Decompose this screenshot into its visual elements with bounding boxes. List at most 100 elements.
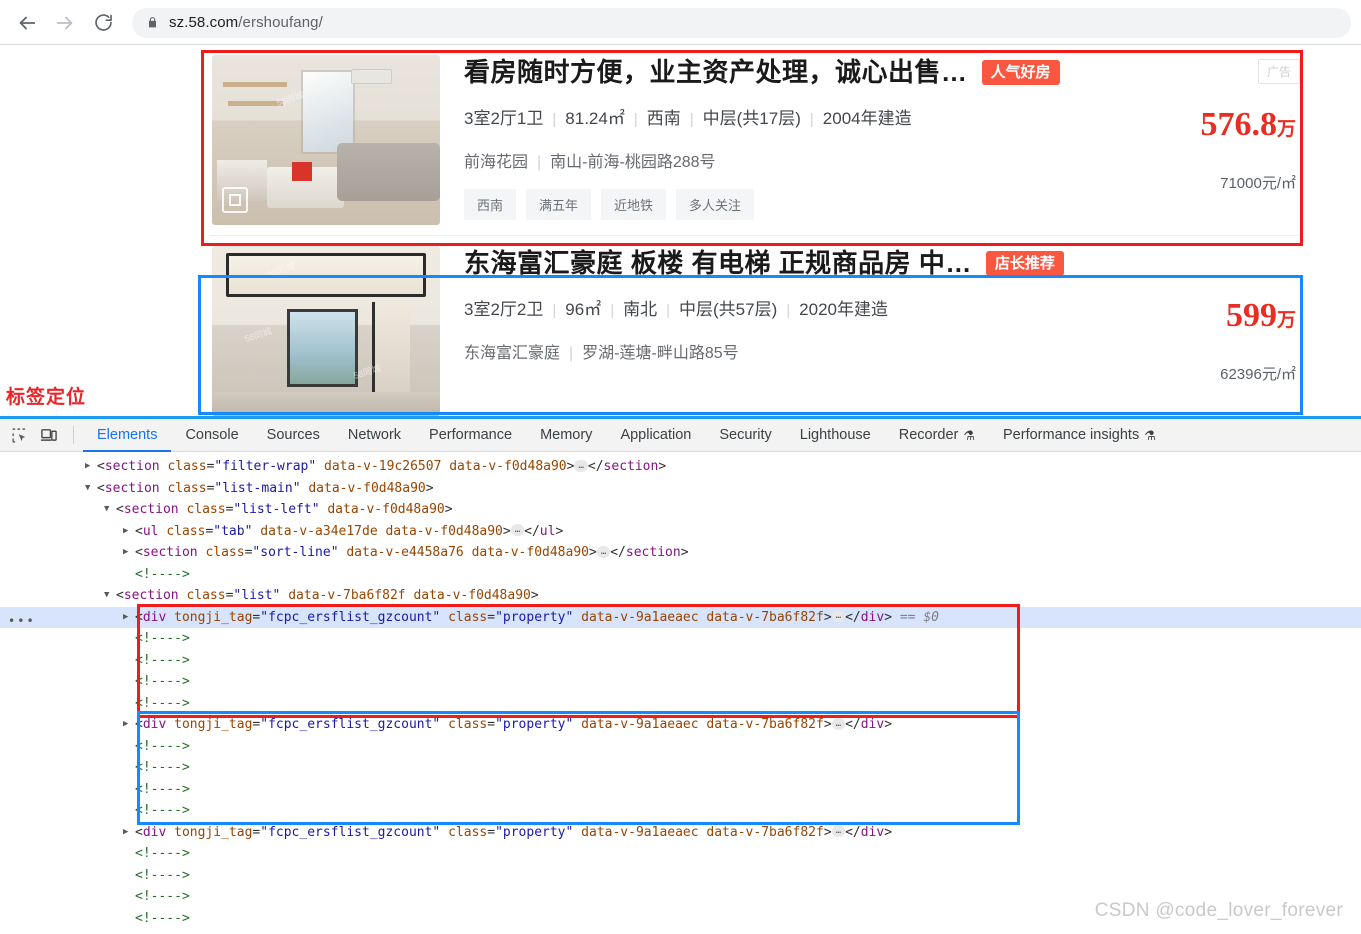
tab-application[interactable]: Application [606, 419, 705, 452]
dom-token: "list-left" [233, 502, 320, 517]
listing-title[interactable]: 东海富汇豪庭 板楼 有电梯 正规商品房 中… [464, 246, 972, 280]
dom-token: class [448, 609, 488, 625]
expand-triangle-icon[interactable] [123, 521, 135, 543]
tab-performance[interactable]: Performance [415, 419, 526, 452]
dom-node-row[interactable]: <!----> [0, 757, 1361, 779]
tab-recorder[interactable]: Recorder ⚗ [885, 419, 989, 452]
dom-node-row[interactable]: <div tongji_tag="fcpc_ersflist_gzcount" … [0, 606, 1361, 629]
page-viewport: 58同城 58同城 看房随时方便，业主资产处理，诚心出售… 人气好房 广告 3室… [0, 45, 1361, 416]
device-toolbar-button[interactable] [34, 422, 64, 448]
dom-node-row[interactable]: <!----> [0, 865, 1361, 887]
dom-node-row[interactable]: <!----> [0, 736, 1361, 758]
collapse-triangle-icon[interactable] [85, 478, 97, 500]
dom-node-row[interactable]: <div tongji_tag="fcpc_ersflist_gzcount" … [0, 822, 1361, 844]
dom-node-row[interactable]: <!----> [0, 671, 1361, 693]
dom-node-row[interactable]: <section class="filter-wrap" data-v-19c2… [0, 456, 1361, 478]
meta-separator: | [610, 302, 615, 319]
dom-node-row[interactable]: <!----> [0, 693, 1361, 715]
dom-token: "fcpc_ersflist_gzcount" [260, 717, 441, 732]
tab-elements[interactable]: Elements [83, 419, 171, 452]
dom-node-row[interactable]: <!----> [0, 779, 1361, 801]
tab-label: Lighthouse [799, 426, 871, 443]
address-bar[interactable]: sz.58.com/ershoufang/ [132, 7, 1351, 38]
expand-triangle-icon[interactable] [123, 714, 135, 736]
dom-token: > [444, 502, 453, 517]
dom-node-row[interactable]: <!----> [0, 843, 1361, 865]
community-name[interactable]: 前海花园 [464, 154, 528, 171]
expand-dots-icon[interactable]: … [596, 545, 611, 558]
dom-node-row[interactable]: <section class="sort-line" data-v-e4458a… [0, 542, 1361, 564]
expand-triangle-icon[interactable] [123, 542, 135, 564]
dom-token: class [186, 502, 226, 517]
tab-security[interactable]: Security [705, 419, 785, 452]
tab-memory[interactable]: Memory [526, 419, 606, 452]
collapse-triangle-icon[interactable] [104, 585, 116, 607]
expand-dots-icon[interactable]: … [831, 825, 846, 837]
dom-token: data-v-7ba6f82f [706, 609, 824, 625]
dom-token: class [205, 545, 245, 560]
price-total: 576.8万 [1200, 107, 1296, 148]
meta-orientation: 西南 [646, 109, 681, 128]
expand-dots-icon[interactable]: … [574, 459, 588, 472]
inspect-element-icon [11, 427, 27, 443]
dom-node-row[interactable]: <!----> [0, 650, 1361, 672]
vr-photo-icon[interactable] [222, 187, 248, 213]
tab-label: Console [185, 426, 239, 443]
listing-title[interactable]: 看房随时方便，业主资产处理，诚心出售… [464, 55, 968, 89]
dom-token: div [860, 717, 885, 732]
dom-tree[interactable]: <section class="filter-wrap" data-v-19c2… [0, 453, 1361, 934]
tab-console[interactable]: Console [171, 419, 252, 452]
tab-network[interactable]: Network [334, 419, 415, 452]
listing-card[interactable]: 58同城 58同城 58同城 东海富汇豪庭 板楼 有电梯 正规商品房 中… 店长… [200, 236, 1310, 416]
dom-token: class [167, 459, 207, 474]
expand-triangle-icon[interactable] [85, 456, 97, 478]
dom-token: section [603, 459, 659, 474]
tab-performance-insights[interactable]: Performance insights ⚗ [989, 419, 1170, 452]
dom-node-row[interactable]: <section class="list" data-v-7ba6f82f da… [0, 585, 1361, 607]
listing-card[interactable]: 58同城 58同城 看房随时方便，业主资产处理，诚心出售… 人气好房 广告 3室… [200, 45, 1310, 235]
dom-token: "property" [495, 609, 574, 625]
dom-token: <!----> [135, 781, 190, 797]
meta-separator: | [666, 302, 671, 319]
expand-triangle-icon[interactable] [123, 822, 135, 844]
reload-button[interactable] [86, 6, 120, 40]
listing-photo[interactable]: 58同城 58同城 [212, 55, 440, 225]
back-button[interactable] [10, 6, 44, 40]
dom-token: data-v-e4458a76 [346, 545, 464, 560]
dom-token: > [680, 545, 689, 560]
dom-token: > [823, 717, 832, 732]
dom-token: </ [845, 609, 861, 625]
dom-token: data-v-7ba6f82f [706, 717, 824, 732]
dom-node-row[interactable]: <div tongji_tag="fcpc_ersflist_gzcount" … [0, 714, 1361, 736]
expand-dots-icon[interactable]: … [510, 524, 525, 536]
photo-watermark: 58同城 [352, 151, 383, 170]
dom-token: tongji_tag [174, 609, 253, 625]
photo-detail [225, 252, 427, 297]
dom-node-row[interactable]: <!----> [0, 564, 1361, 586]
dom-token: > [884, 824, 893, 840]
annotation-label: 标签定位 [6, 387, 87, 408]
dom-token: data-v-f0d48a90 [449, 459, 567, 474]
tab-lighthouse[interactable]: Lighthouse [786, 419, 885, 452]
dom-token: section [104, 459, 160, 474]
community-name[interactable]: 东海富汇豪庭 [464, 345, 560, 362]
dom-node-row[interactable]: <section class="list-left" data-v-f0d48a… [0, 499, 1361, 521]
expand-triangle-icon[interactable] [123, 607, 135, 629]
collapse-triangle-icon[interactable] [104, 499, 116, 521]
expand-dots-icon[interactable]: … [831, 717, 846, 730]
tab-sources[interactable]: Sources [253, 419, 334, 452]
toolbar-divider [73, 426, 74, 444]
forward-button[interactable] [48, 6, 82, 40]
photo-detail [212, 392, 440, 416]
meta-separator: | [537, 154, 542, 171]
dom-node-row[interactable]: <ul class="tab" data-v-a34e17de data-v-f… [0, 521, 1361, 543]
dom-node-row[interactable]: <section class="list-main" data-v-f0d48a… [0, 478, 1361, 500]
meta-separator: | [569, 345, 574, 362]
expand-dots-icon[interactable]: … [831, 610, 846, 622]
meta-separator: | [786, 302, 791, 319]
dom-node-row[interactable]: <!----> [0, 628, 1361, 650]
dom-token: "tab" [213, 523, 253, 539]
inspect-element-button[interactable] [4, 422, 34, 448]
listing-photo[interactable]: 58同城 58同城 58同城 [212, 246, 440, 416]
dom-node-row[interactable]: <!----> [0, 800, 1361, 822]
